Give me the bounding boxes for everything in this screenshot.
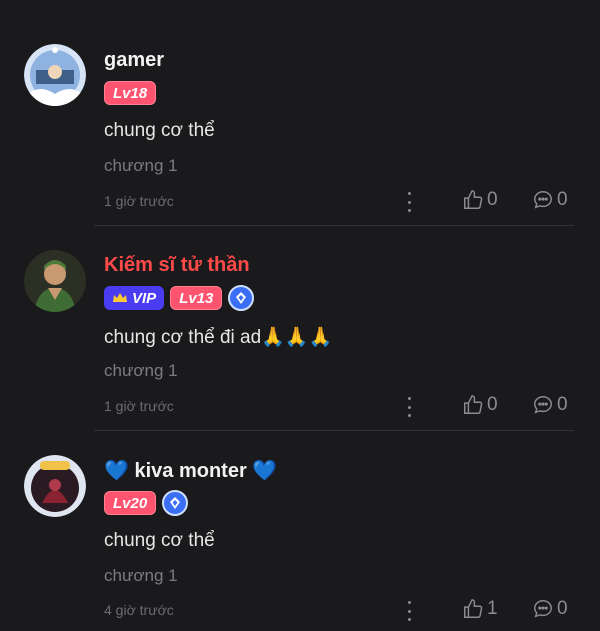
thumbs-up-icon [464, 395, 483, 414]
divider [94, 430, 574, 431]
badge-row: Lv18 [104, 81, 157, 105]
level-badge: Lv13 [170, 286, 223, 310]
reply-count: 0 [557, 189, 568, 210]
reply-button[interactable]: 0 [532, 394, 568, 416]
like-button[interactable]: 1 [462, 598, 498, 620]
more-icon[interactable] [402, 192, 416, 212]
chapter-label[interactable]: chương 1 [104, 156, 178, 176]
comment-text-body: chung cơ thể đi ad [104, 327, 262, 348]
comment-icon [534, 396, 552, 414]
vip-badge: VIP [104, 286, 165, 310]
more-icon[interactable] [402, 601, 416, 621]
chapter-label[interactable]: chương 1 [104, 566, 178, 586]
like-count: 0 [487, 394, 498, 415]
username[interactable]: 💙 kiva monter 💙 [104, 458, 277, 483]
reply-button[interactable]: 0 [532, 598, 568, 620]
comment-text: chung cơ thể [104, 530, 215, 551]
like-button[interactable]: 0 [462, 189, 498, 211]
gem-icon [162, 490, 189, 516]
timestamp: 1 giờ trước [104, 193, 174, 209]
badge-row: Lv20 [104, 490, 189, 516]
like-count: 1 [487, 598, 498, 619]
divider [94, 225, 574, 226]
level-badge: Lv20 [104, 491, 157, 515]
username[interactable]: gamer [104, 49, 164, 72]
reply-count: 0 [557, 394, 568, 415]
timestamp: 4 giờ trước [104, 602, 174, 618]
crown-icon [113, 293, 127, 302]
more-icon[interactable] [402, 397, 416, 417]
comment-icon [534, 600, 552, 618]
like-count: 0 [487, 189, 498, 210]
heart-emoji: 💙 [252, 460, 278, 482]
reply-button[interactable]: 0 [532, 189, 568, 211]
timestamp: 1 giờ trước [104, 398, 174, 414]
comment-icon [534, 191, 552, 209]
gem-icon [228, 285, 255, 311]
thumbs-up-icon [464, 599, 483, 618]
reply-count: 0 [557, 598, 568, 619]
comment-text: chung cơ thể đi ad🙏🙏🙏 [104, 325, 332, 349]
chapter-label[interactable]: chương 1 [104, 361, 178, 381]
comment-text: chung cơ thể [104, 120, 215, 141]
username[interactable]: Kiếm sĩ tử thần [104, 254, 250, 277]
avatar[interactable] [24, 250, 86, 312]
badge-row: VIP Lv13 [104, 285, 255, 311]
avatar[interactable] [24, 455, 86, 517]
avatar[interactable] [24, 44, 86, 106]
like-button[interactable]: 0 [462, 394, 498, 416]
prayer-emoji: 🙏🙏🙏 [261, 327, 333, 348]
vip-label: VIP [132, 289, 157, 307]
heart-emoji: 💙 [104, 460, 129, 482]
username-text: kiva monter [134, 460, 247, 482]
thumbs-up-icon [464, 190, 483, 209]
level-badge: Lv18 [104, 81, 157, 105]
